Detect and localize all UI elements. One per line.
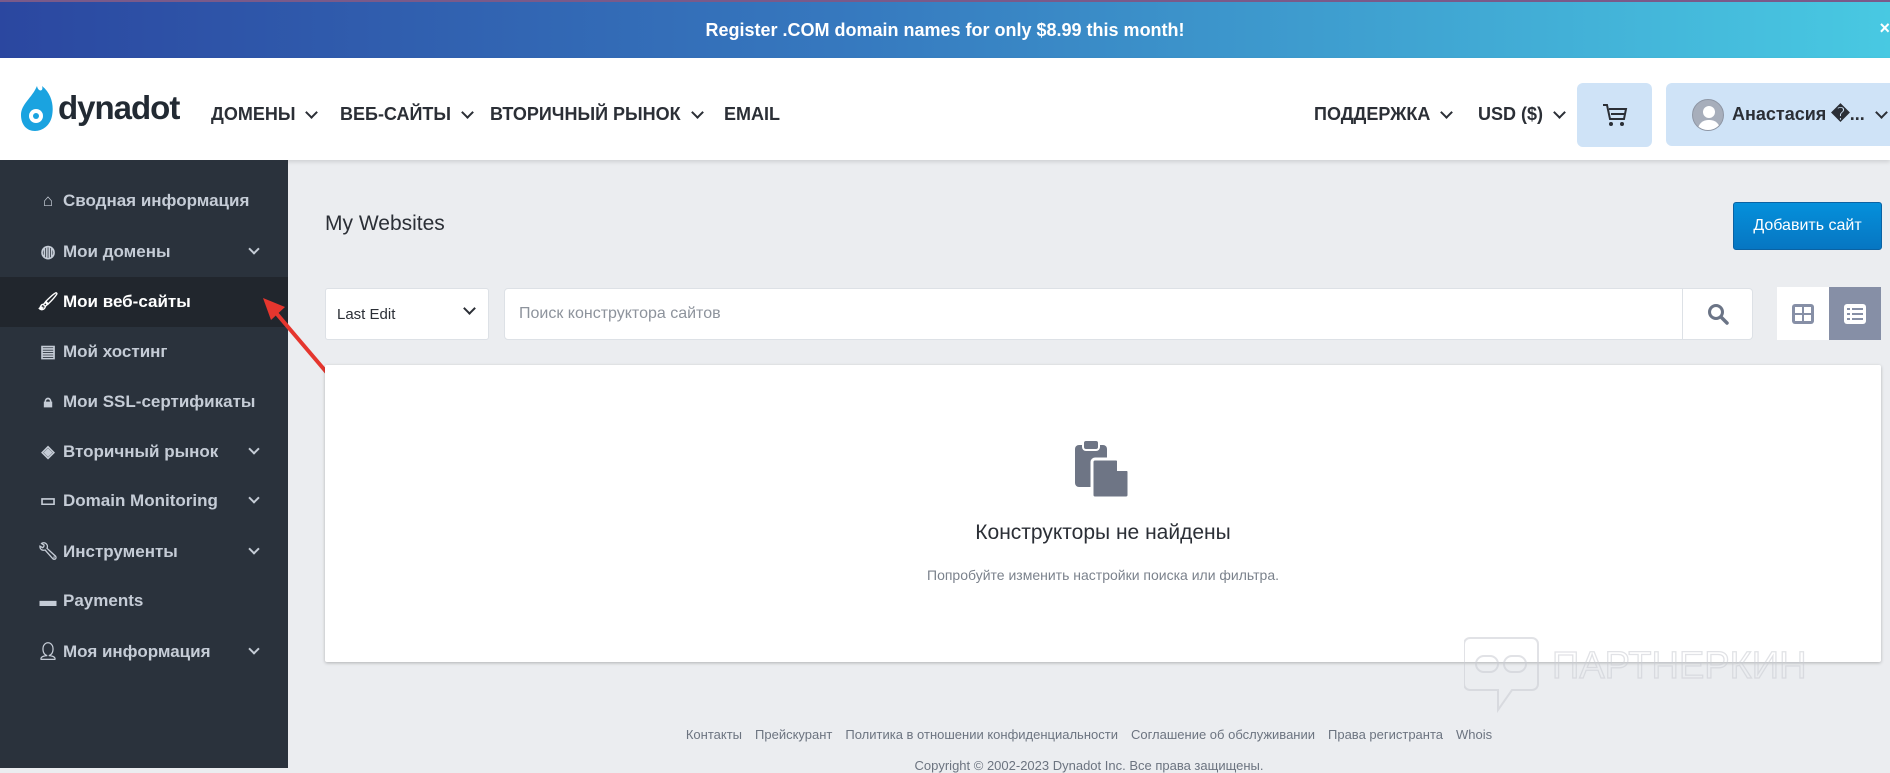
server-icon: ▤ — [39, 342, 57, 361]
footer-link-registrant-rights[interactable]: Права регистранта — [1328, 727, 1443, 742]
empty-title: Конструкторы не найдены — [975, 521, 1231, 544]
grid-icon — [1792, 303, 1814, 324]
search-button[interactable] — [1682, 289, 1753, 339]
tags-icon: ◈ — [41, 442, 55, 461]
search-box — [504, 288, 1753, 340]
nav-label: ПОДДЕРЖКА — [1314, 104, 1431, 124]
cart-icon — [1602, 104, 1627, 126]
nav-support[interactable]: ПОДДЕРЖКА — [1314, 104, 1454, 125]
chevron-down-icon — [463, 302, 476, 315]
nav-label: ВЕБ-САЙТЫ — [340, 104, 452, 124]
sidebar-item-label: Domain Monitoring — [63, 491, 218, 510]
sidebar-item-label: Инструменты — [63, 542, 178, 561]
footer-link-contacts[interactable]: Контакты — [686, 727, 742, 742]
sidebar-item-dashboard[interactable]: ⌂ Сводная информация — [0, 176, 288, 226]
nav-label: ДОМЕНЫ — [211, 104, 296, 124]
sidebar-item-domain-monitoring[interactable]: ▭ Domain Monitoring — [0, 476, 288, 526]
sidebar-item-label: Мои домены — [63, 242, 171, 261]
wrench-icon: 🔧︎ — [37, 542, 59, 561]
sidebar-item-websites[interactable]: 🖌 Мои веб-сайты — [0, 277, 288, 327]
laptop-icon: ▭ — [39, 491, 57, 510]
empty-state-card: Конструкторы не найдены Попробуйте измен… — [325, 365, 1881, 662]
nav-websites[interactable]: ВЕБ-САЙТЫ — [340, 104, 474, 125]
sort-value: Last Edit — [337, 305, 396, 323]
add-site-button[interactable]: Добавить сайт — [1733, 202, 1882, 250]
cart-button[interactable] — [1577, 83, 1652, 147]
chevron-down-icon — [248, 243, 260, 255]
sidebar-item-label: Payments — [63, 591, 144, 610]
promo-text: Register .COM domain names for only $8.9… — [705, 19, 1185, 40]
grid-view-toggle[interactable] — [1777, 287, 1829, 340]
page-title: My Websites — [325, 212, 445, 235]
chevron-down-icon — [248, 543, 260, 555]
close-banner-button[interactable]: × — [1879, 18, 1890, 39]
nav-aftermarket[interactable]: ВТОРИЧНЫЙ РЫНОК — [490, 104, 704, 125]
list-view-toggle[interactable] — [1829, 287, 1881, 340]
user-name: Анастасия �... — [1732, 104, 1865, 124]
footer-link-privacy[interactable]: Политика в отношении конфиденциальности — [845, 727, 1118, 742]
logo-text: dynadot — [58, 89, 180, 126]
search-input[interactable] — [505, 289, 1681, 339]
sidebar-item-domains[interactable]: ◍ Мои домены — [0, 227, 288, 277]
user-icon: 👤︎ — [37, 642, 59, 661]
avatar — [1692, 98, 1724, 131]
footer-link-terms[interactable]: Соглашение об обслуживании — [1131, 727, 1315, 742]
watermark-logo: ПАРТНЕРКИН — [1464, 637, 1807, 714]
lock-icon: 🔒︎ — [43, 392, 53, 411]
footer-link-pricing[interactable]: Прейскурант — [755, 727, 832, 742]
sidebar: ⌂ Сводная информация ◍ Мои домены 🖌 Мои веб… — [0, 160, 288, 768]
chevron-down-icon — [248, 492, 260, 504]
sidebar-item-label: Вторичный рынок — [63, 442, 219, 461]
currency-label: USD ($) — [1478, 104, 1544, 124]
nav-domains[interactable]: ДОМЕНЫ — [211, 104, 319, 125]
promo-banner[interactable]: Register .COM domain names for only $8.9… — [0, 0, 1890, 58]
globe-icon: ◍ — [40, 242, 56, 261]
sidebar-item-ssl[interactable]: 🔒︎ Мои SSL-сертификаты — [0, 377, 288, 427]
sidebar-item-aftermarket[interactable]: ◈ Вторичный рынок — [0, 427, 288, 477]
watermark-text: ПАРТНЕРКИН — [1552, 645, 1807, 687]
chevron-down-icon — [248, 443, 260, 455]
chevron-down-icon — [461, 105, 474, 119]
footer-links: Контакты Прейскурант Политика в отношени… — [288, 727, 1890, 742]
copyright: Copyright © 2002-2023 Dynadot Inc. Все п… — [914, 758, 1264, 773]
sidebar-item-label: Моя информация — [63, 642, 211, 661]
sort-select[interactable]: Last Edit — [325, 288, 489, 340]
currency-select[interactable]: USD ($) — [1478, 104, 1566, 125]
list-icon — [1844, 303, 1866, 324]
home-icon: ⌂ — [42, 191, 54, 210]
sidebar-item-label: Мои SSL-сертификаты — [63, 392, 256, 411]
nav-label: EMAIL — [724, 104, 780, 124]
logo[interactable]: dynadot — [20, 84, 180, 132]
chevron-down-icon — [248, 643, 260, 655]
sidebar-item-hosting[interactable]: ▤ Мой хостинг — [0, 327, 288, 377]
search-icon — [1708, 304, 1729, 325]
wallet-icon: ▬ — [39, 591, 57, 610]
footer-link-whois[interactable]: Whois — [1456, 727, 1492, 742]
user-menu-button[interactable]: Анастасия �... — [1666, 83, 1890, 146]
chevron-down-icon — [1874, 105, 1888, 119]
nav-label: ВТОРИЧНЫЙ РЫНОК — [490, 104, 681, 124]
sidebar-item-payments[interactable]: ▬ Payments — [0, 576, 288, 626]
sidebar-item-label: Сводная информация — [63, 191, 250, 210]
sidebar-item-my-info[interactable]: 👤︎ Моя информация — [0, 627, 288, 677]
chevron-down-icon — [690, 105, 704, 119]
empty-subtitle: Попробуйте изменить настройки поиска или… — [927, 567, 1279, 583]
sidebar-item-label: Мой хостинг — [63, 342, 168, 361]
nav-email[interactable]: EMAIL — [724, 104, 780, 125]
sidebar-item-tools[interactable]: 🔧︎ Инструменты — [0, 527, 288, 577]
chevron-down-icon — [1440, 105, 1454, 119]
sidebar-item-label: Мои веб-сайты — [63, 292, 191, 311]
clipboard-files-icon — [1075, 439, 1131, 499]
chevron-down-icon — [305, 105, 319, 119]
logo-flame-icon — [21, 86, 53, 131]
chevron-down-icon — [1553, 105, 1566, 119]
paintbrush-icon: 🖌 — [37, 292, 59, 311]
